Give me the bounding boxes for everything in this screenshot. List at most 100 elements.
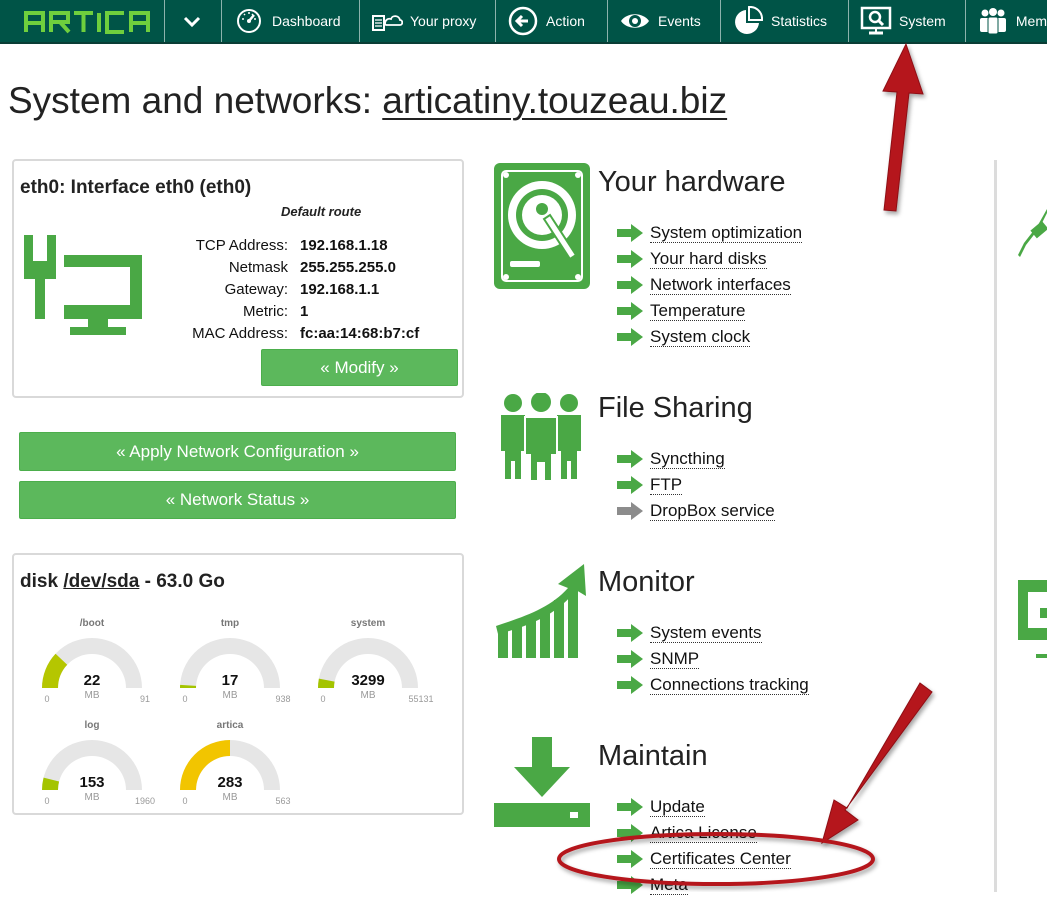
link-network-interfaces[interactable]: Network interfaces [617, 273, 791, 297]
apply-network-configuration-button[interactable]: « Apply Network Configuration » [19, 432, 456, 471]
gauge-tmp-value: 17 [221, 672, 239, 689]
nav-statistics-label: Statistics [771, 13, 828, 29]
artica-logo[interactable] [0, 0, 163, 42]
netmask-value: 255.255.255.0 [300, 259, 396, 276]
page-title: System and networks: articatiny.touzeau.… [8, 80, 727, 122]
gauge-boot-max: 91 [139, 694, 150, 704]
link-ftp[interactable]: FTP [617, 473, 683, 497]
link-certificates-center-label[interactable]: Certificates Center [650, 849, 791, 869]
nav-action[interactable]: Action [495, 0, 607, 42]
hard-disk-icon[interactable] [494, 163, 590, 294]
link-snmp[interactable]: SNMP [617, 647, 700, 671]
disk-title-prefix: disk [20, 571, 64, 592]
top-navigation-bar: Dashboard Your proxy Action Events Stati… [0, 0, 1047, 44]
gauge-tmp-unit: MB [222, 690, 238, 701]
link-dropbox-service-label[interactable]: DropBox service [650, 501, 775, 521]
gauge-artica-unit: MB [222, 792, 238, 803]
gauge-log-min: 0 [44, 796, 50, 806]
tcp-address-label: TCP Address: [195, 237, 288, 254]
tcp-address-value: 192.168.1.18 [300, 237, 388, 254]
hostname-link[interactable]: articatiny.touzeau.biz [382, 80, 727, 121]
link-snmp-label[interactable]: SNMP [650, 649, 700, 669]
link-syncthing-label[interactable]: Syncthing [650, 449, 725, 469]
link-your-hard-disks[interactable]: Your hard disks [617, 247, 767, 271]
eye-icon [618, 4, 652, 38]
link-syncthing[interactable]: Syncthing [617, 447, 725, 471]
network-interface-icon [24, 235, 146, 342]
gauge-artica: artica 283 MB 0 563 [180, 720, 300, 820]
link-temperature[interactable]: Temperature [617, 299, 746, 323]
arrow-right-icon [617, 650, 643, 668]
panel-partial-icon[interactable] [1018, 580, 1047, 665]
nav-statistics[interactable]: Statistics [720, 0, 848, 42]
nav-menu-toggle[interactable] [164, 0, 209, 42]
system-monitor-icon [859, 4, 893, 38]
link-your-hard-disks-label[interactable]: Your hard disks [650, 249, 767, 269]
link-ftp-label[interactable]: FTP [650, 475, 683, 495]
download-install-icon[interactable] [494, 737, 590, 834]
gauge-log-unit: MB [84, 792, 100, 803]
default-route-label: Default route [281, 204, 362, 219]
file-sharing-people-icon[interactable] [497, 392, 585, 486]
nav-members[interactable]: Mem [965, 0, 1047, 42]
nav-dashboard[interactable]: Dashboard [221, 0, 359, 42]
link-artica-license[interactable]: Artica License [617, 821, 757, 845]
interface-panel: eth0: Interface eth0 (eth0) Default rout… [12, 159, 464, 398]
link-connections-tracking[interactable]: Connections tracking [617, 673, 809, 697]
gauge-system-min: 0 [320, 694, 326, 704]
arrow-right-icon [617, 624, 643, 642]
link-system-events-label[interactable]: System events [650, 623, 762, 643]
gauge-boot-min: 0 [44, 694, 50, 704]
gauge-log: log 153 MB 0 1960 [42, 720, 162, 820]
link-system-clock-label[interactable]: System clock [650, 327, 751, 347]
red-arrow-to-system-icon [882, 42, 924, 212]
link-system-optimization[interactable]: System optimization [617, 221, 803, 245]
disk-panel: disk /dev/sda - 63.0 Go /boot 22 MB 0 91… [12, 553, 464, 815]
gauge-log-max: 1960 [134, 796, 156, 806]
disk-device-link[interactable]: /dev/sda [63, 571, 139, 592]
disk-title-suffix: - 63.0 Go [139, 571, 225, 592]
maintain-title: Maintain [598, 740, 708, 772]
members-icon [976, 4, 1010, 38]
modify-button[interactable]: « Modify » [261, 349, 458, 386]
gauge-tmp: tmp 17 MB 0 938 [180, 618, 300, 718]
arrow-right-icon [617, 676, 643, 694]
link-system-events[interactable]: System events [617, 621, 762, 645]
action-arrow-icon [506, 4, 540, 38]
chevron-down-icon [175, 4, 209, 38]
link-temperature-label[interactable]: Temperature [650, 301, 746, 321]
link-network-interfaces-label[interactable]: Network interfaces [650, 275, 791, 295]
gauge-boot: /boot 22 MB 0 91 [42, 618, 162, 718]
nav-your-proxy-label: Your proxy [410, 13, 477, 29]
mac-address-value: fc:aa:14:68:b7:cf [300, 325, 420, 342]
your-hardware-title: Your hardware [598, 166, 786, 198]
link-certificates-center[interactable]: Certificates Center [617, 847, 791, 871]
gauge-tmp-max: 938 [275, 694, 291, 704]
link-system-clock[interactable]: System clock [617, 325, 751, 349]
link-update-label[interactable]: Update [650, 797, 705, 817]
mac-address-label: MAC Address: [192, 325, 288, 342]
nav-events[interactable]: Events [607, 0, 720, 42]
arrow-right-icon [617, 276, 643, 294]
tools-partial-icon[interactable] [1018, 205, 1047, 262]
network-status-button[interactable]: « Network Status » [19, 481, 456, 519]
proxy-server-icon [370, 4, 404, 38]
link-connections-tracking-label[interactable]: Connections tracking [650, 675, 809, 695]
link-meta-label[interactable]: Meta [650, 875, 688, 895]
nav-system[interactable]: System [848, 0, 965, 42]
nav-dashboard-label: Dashboard [272, 13, 341, 29]
link-dropbox-service[interactable]: DropBox service [617, 499, 775, 523]
arrow-right-icon [617, 224, 643, 242]
arrow-right-disabled-icon [617, 502, 643, 520]
gauge-artica-min: 0 [182, 796, 188, 806]
dashboard-gauge-icon [232, 4, 266, 38]
monitor-growth-icon[interactable] [496, 564, 588, 665]
monitor-title: Monitor [598, 566, 695, 598]
link-update[interactable]: Update [617, 795, 705, 819]
file-sharing-title: File Sharing [598, 392, 753, 424]
link-system-optimization-label[interactable]: System optimization [650, 223, 803, 243]
link-meta[interactable]: Meta [617, 873, 688, 897]
nav-events-label: Events [658, 13, 701, 29]
nav-your-proxy[interactable]: Your proxy [359, 0, 495, 42]
link-artica-license-label[interactable]: Artica License [650, 823, 757, 843]
